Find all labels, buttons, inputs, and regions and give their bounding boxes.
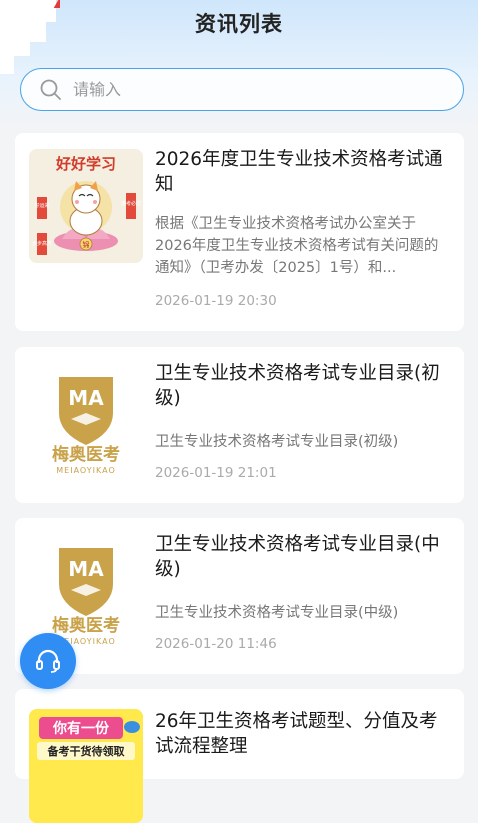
thumb-badge: 锦	[83, 240, 90, 249]
news-card[interactable]: 你有一份 备考干货待领取 26年卫生资格考试题型、分值及考试流程整理	[15, 689, 464, 823]
search-input[interactable]	[71, 79, 435, 100]
logo-mark: MA	[68, 386, 104, 410]
search-bar[interactable]	[20, 68, 464, 111]
thumb-side-left: 好运来	[34, 202, 49, 209]
logo-brand-en: MEIAOYIKAO	[56, 466, 116, 475]
article-time: 2026-01-19 20:30	[155, 293, 277, 309]
article-summary: 卫生专业技术资格考试专业目录(初级)	[155, 434, 399, 450]
article-title: 卫生专业技术资格考试专业目录(中级)	[155, 534, 440, 580]
logo-mark: MA	[68, 557, 104, 581]
customer-service-button[interactable]	[20, 633, 76, 689]
article-thumbnail: 好好学习 锦 好运来 逢考必过 步步高升	[29, 149, 143, 263]
article-summary: 根据《卫生专业技术资格考试办公室关于2026年度卫生专业技术资格考试有关问题的通…	[155, 216, 439, 276]
news-card[interactable]: MA 梅奥医考 MEIAOYIKAO 卫生专业技术资格考试专业目录(初级) 卫生…	[15, 347, 464, 503]
page-title: 资讯列表	[195, 12, 283, 36]
cat-study-illustration: 好好学习 锦 好运来 逢考必过 步步高升	[29, 149, 143, 263]
logo-brand-cn: 梅奥医考	[52, 615, 120, 636]
promo-banner: 你有一份 备考干货待领取	[29, 709, 143, 823]
article-title: 卫生专业技术资格考试专业目录(初级)	[155, 363, 440, 409]
promo-line2: 备考干货待领取	[47, 744, 125, 758]
news-card[interactable]: 好好学习 锦 好运来 逢考必过 步步高升 2026年度卫生专业技术资格考试通知 …	[15, 133, 464, 331]
thumb-side-bottom: 步步高升	[32, 240, 52, 247]
article-thumbnail: MA 梅奥医考 MEIAOYIKAO	[29, 363, 143, 477]
thumb-side-right: 逢考必过	[121, 200, 141, 207]
thumb-slogan: 好好学习	[55, 155, 116, 173]
promo-line1: 你有一份	[52, 720, 110, 737]
logo-brand-cn: 梅奥医考	[52, 444, 120, 465]
article-title: 2026年度卫生专业技术资格考试通知	[155, 149, 443, 195]
headset-icon	[36, 649, 60, 673]
article-time: 2026-01-20 11:46	[155, 636, 277, 652]
article-title: 26年卫生资格考试题型、分值及考试流程整理	[155, 711, 438, 757]
article-thumbnail: 你有一份 备考干货待领取	[29, 709, 143, 823]
article-summary: 卫生专业技术资格考试专业目录(中级)	[155, 605, 399, 621]
meiao-logo: MA 梅奥医考 MEIAOYIKAO	[52, 377, 120, 475]
search-icon	[40, 79, 61, 100]
article-time: 2026-01-19 21:01	[155, 465, 277, 481]
meiao-logo: MA 梅奥医考 MEIAOYIKAO	[52, 548, 120, 646]
article-thumbnail: MA 梅奥医考 MEIAOYIKAO	[29, 534, 143, 648]
news-card[interactable]: MA 梅奥医考 MEIAOYIKAO 卫生专业技术资格考试专业目录(中级) 卫生…	[15, 518, 464, 674]
